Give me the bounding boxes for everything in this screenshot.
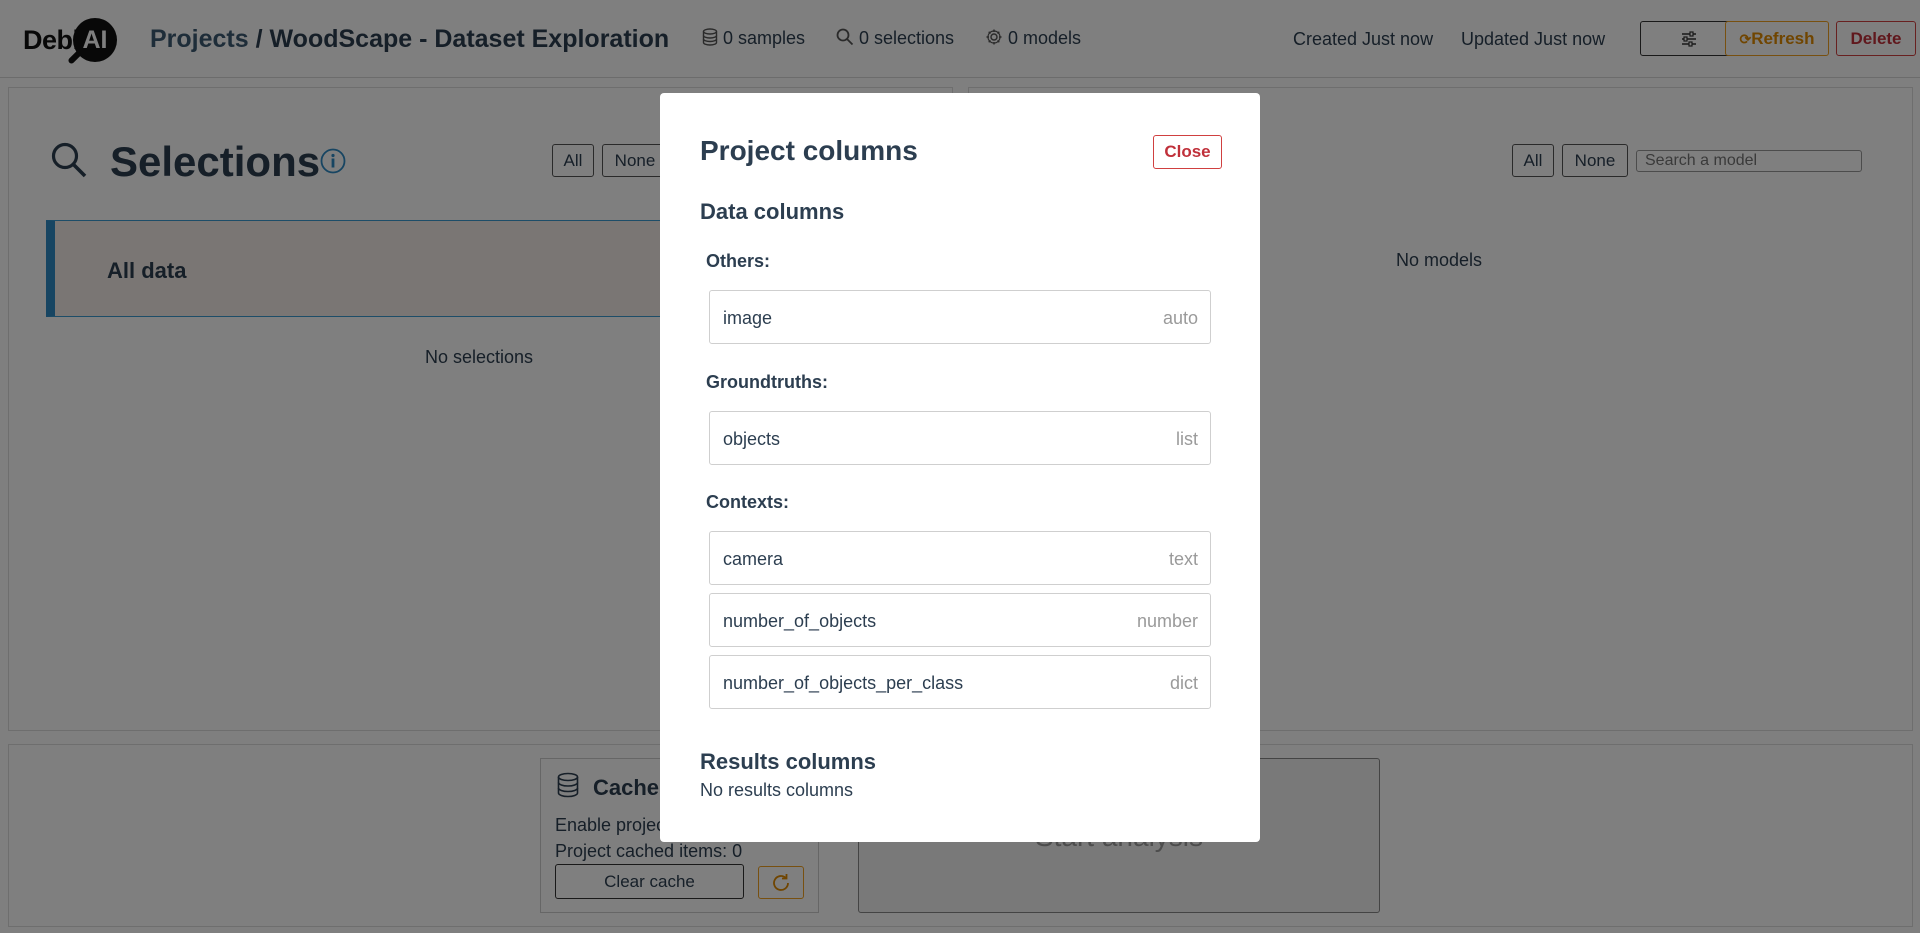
column-row: camera text [709,531,1211,585]
data-columns-heading: Data columns [700,199,845,224]
column-name: number_of_objects [723,611,877,631]
column-name: image [723,308,773,328]
column-type: list [1176,429,1198,449]
modal-title: Project columns [700,135,918,166]
column-name: objects [723,429,781,449]
column-row: number_of_objects_per_class dict [709,655,1211,709]
column-row: number_of_objects number [709,593,1211,647]
column-type: number [1136,611,1198,631]
group-label-contexts: Contexts: [706,492,790,512]
results-columns-heading: Results columns [700,749,877,774]
column-row: objects list [709,411,1211,465]
column-row: image auto [709,290,1211,344]
column-type: auto [1162,308,1198,328]
column-name: number_of_objects_per_class [723,673,964,693]
column-name: camera [723,549,784,569]
group-label-others: Others: [706,251,771,271]
no-results-columns-text: No results columns [700,780,854,800]
column-type: text [1168,549,1198,569]
close-button[interactable]: Close [1153,135,1222,169]
group-label-groundtruths: Groundtruths: [706,372,828,392]
project-columns-modal: Project columns Close Data columns Other… [660,93,1260,842]
column-type: dict [1169,673,1198,693]
